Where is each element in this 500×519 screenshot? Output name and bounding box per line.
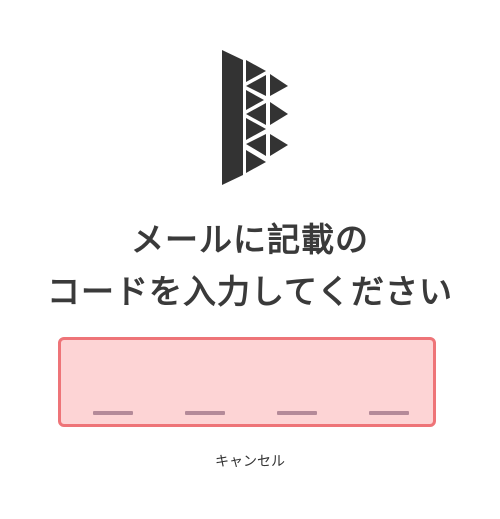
brand-logo-icon [222,50,290,185]
code-slot-1[interactable] [93,411,133,415]
cancel-link[interactable]: キャンセル [0,452,500,472]
page-title-line-1: メールに記載の [131,220,369,259]
code-slot-3[interactable] [277,411,317,415]
verification-code-input[interactable] [58,337,436,427]
code-slot-4[interactable] [369,411,409,415]
page-title-line-2: コードを入力してください [46,272,454,311]
code-slot-2[interactable] [185,411,225,415]
